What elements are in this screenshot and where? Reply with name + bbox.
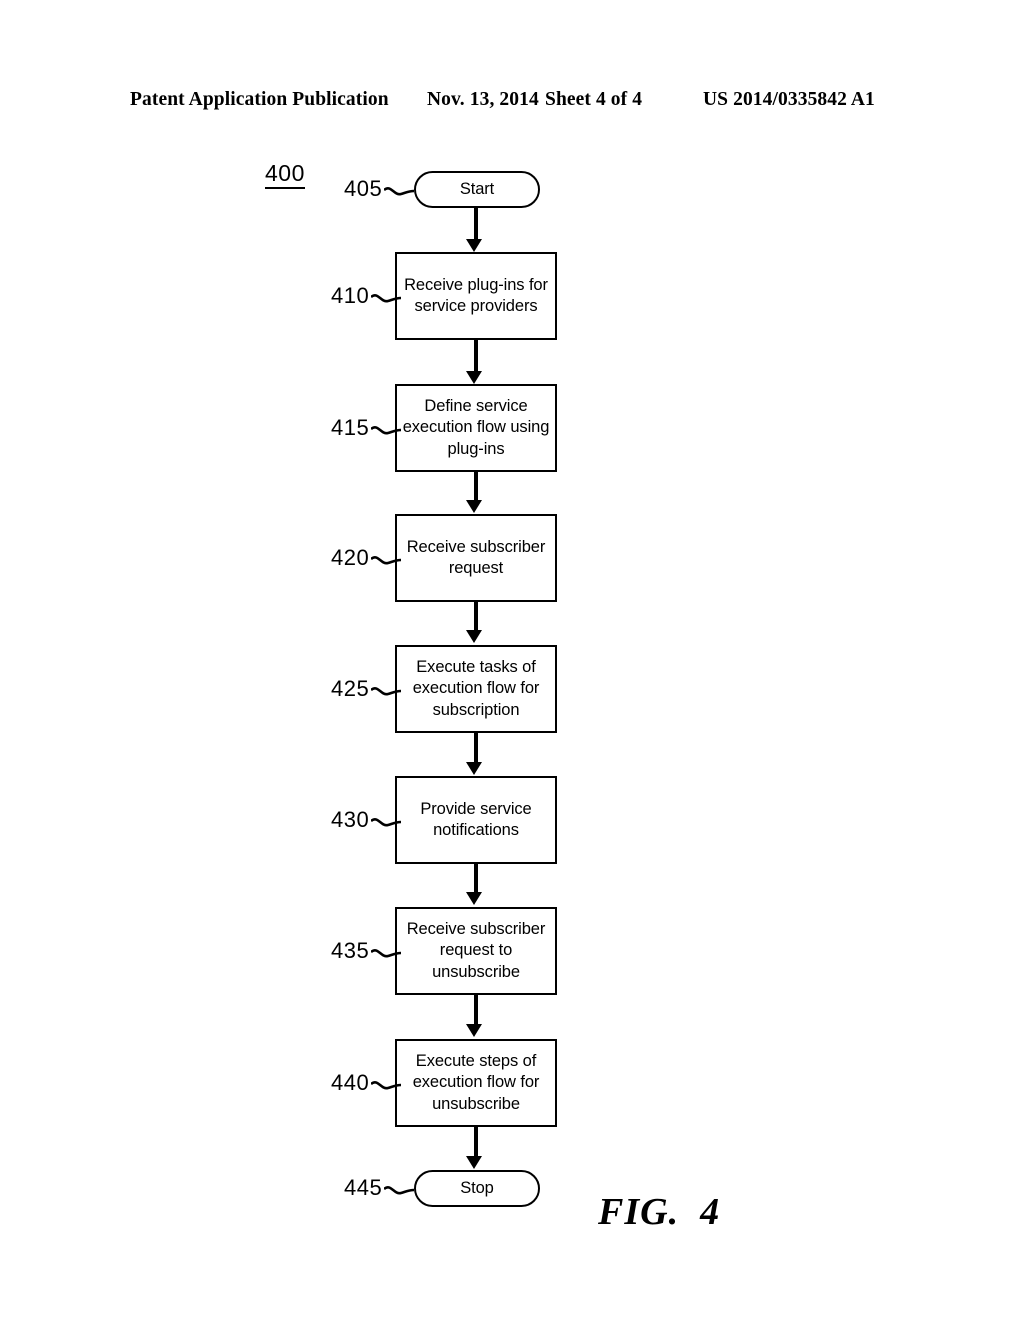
flow-node-stop-label: Stop [460,1178,494,1197]
arrowhead-icon [466,762,482,775]
flow-node-define-execution-flow-label: Define service execution flow using plug… [402,396,550,458]
flow-edge-415-420 [474,472,478,501]
flow-node-provide-notifications: Provide service notifications [395,776,557,864]
flow-node-execute-tasks: Execute tasks of execution flow for subs… [395,645,557,733]
flow-node-execute-unsubscribe-steps: Execute steps of execution flow for unsu… [395,1039,557,1127]
flow-edge-435-440 [474,995,478,1025]
figure-caption: FIG. 4 [598,1191,721,1233]
ref-numeral-410: 410 [331,282,402,310]
flow-node-receive-plugins-label: Receive plug-ins for service providers [404,275,548,316]
flow-node-execute-tasks-label: Execute tasks of execution flow for subs… [412,657,540,719]
ref-numeral-430: 430 [331,806,402,834]
ref-numeral-445: 445 [344,1174,415,1202]
arrowhead-icon [466,1156,482,1169]
arrowhead-icon [466,892,482,905]
arrowhead-icon [466,500,482,513]
leader-line-icon [370,420,402,436]
ref-numeral-405: 405 [344,175,415,203]
flow-node-define-execution-flow: Define service execution flow using plug… [395,384,557,472]
arrowhead-icon [466,371,482,384]
flow-edge-405-410 [474,208,478,240]
leader-line-icon [370,550,402,566]
flow-node-start-label: Start [459,179,495,198]
ref-numeral-440: 440 [331,1069,402,1097]
leader-line-icon [370,943,402,959]
leader-line-icon [370,681,402,697]
ref-numeral-420: 420 [331,544,402,572]
figure-reference-numeral: 400 [265,160,305,189]
leader-line-icon [370,288,402,304]
arrowhead-icon [466,630,482,643]
flow-edge-425-430 [474,733,478,762]
flow-edge-430-435 [474,864,478,893]
leader-line-icon [370,812,402,828]
flow-node-receive-subscriber-request-label: Receive subscriber request [406,537,546,578]
flow-node-execute-unsubscribe-steps-label: Execute steps of execution flow for unsu… [412,1051,540,1113]
flow-node-provide-notifications-label: Provide service notifications [420,799,532,840]
leader-line-icon [370,1075,402,1091]
leader-line-icon [383,181,415,197]
ref-numeral-415: 415 [331,414,402,442]
ref-numeral-425: 425 [331,675,402,703]
flow-node-start: Start [414,171,540,208]
flow-node-receive-plugins: Receive plug-ins for service providers [395,252,557,340]
flow-edge-420-425 [474,602,478,631]
flow-edge-410-415 [474,340,478,372]
ref-numeral-435: 435 [331,937,402,965]
leader-line-icon [383,1180,415,1196]
flow-edge-440-445 [474,1127,478,1156]
arrowhead-icon [466,239,482,252]
flow-node-receive-subscriber-request: Receive subscriber request [395,514,557,602]
flow-node-receive-unsubscribe-request-label: Receive subscriber request to unsubscrib… [406,919,546,981]
arrowhead-icon [466,1024,482,1037]
flowchart-diagram: 400 Start 405 Receive plug-ins for servi… [0,0,1024,1320]
flow-node-receive-unsubscribe-request: Receive subscriber request to unsubscrib… [395,907,557,995]
flow-node-stop: Stop [414,1170,540,1207]
